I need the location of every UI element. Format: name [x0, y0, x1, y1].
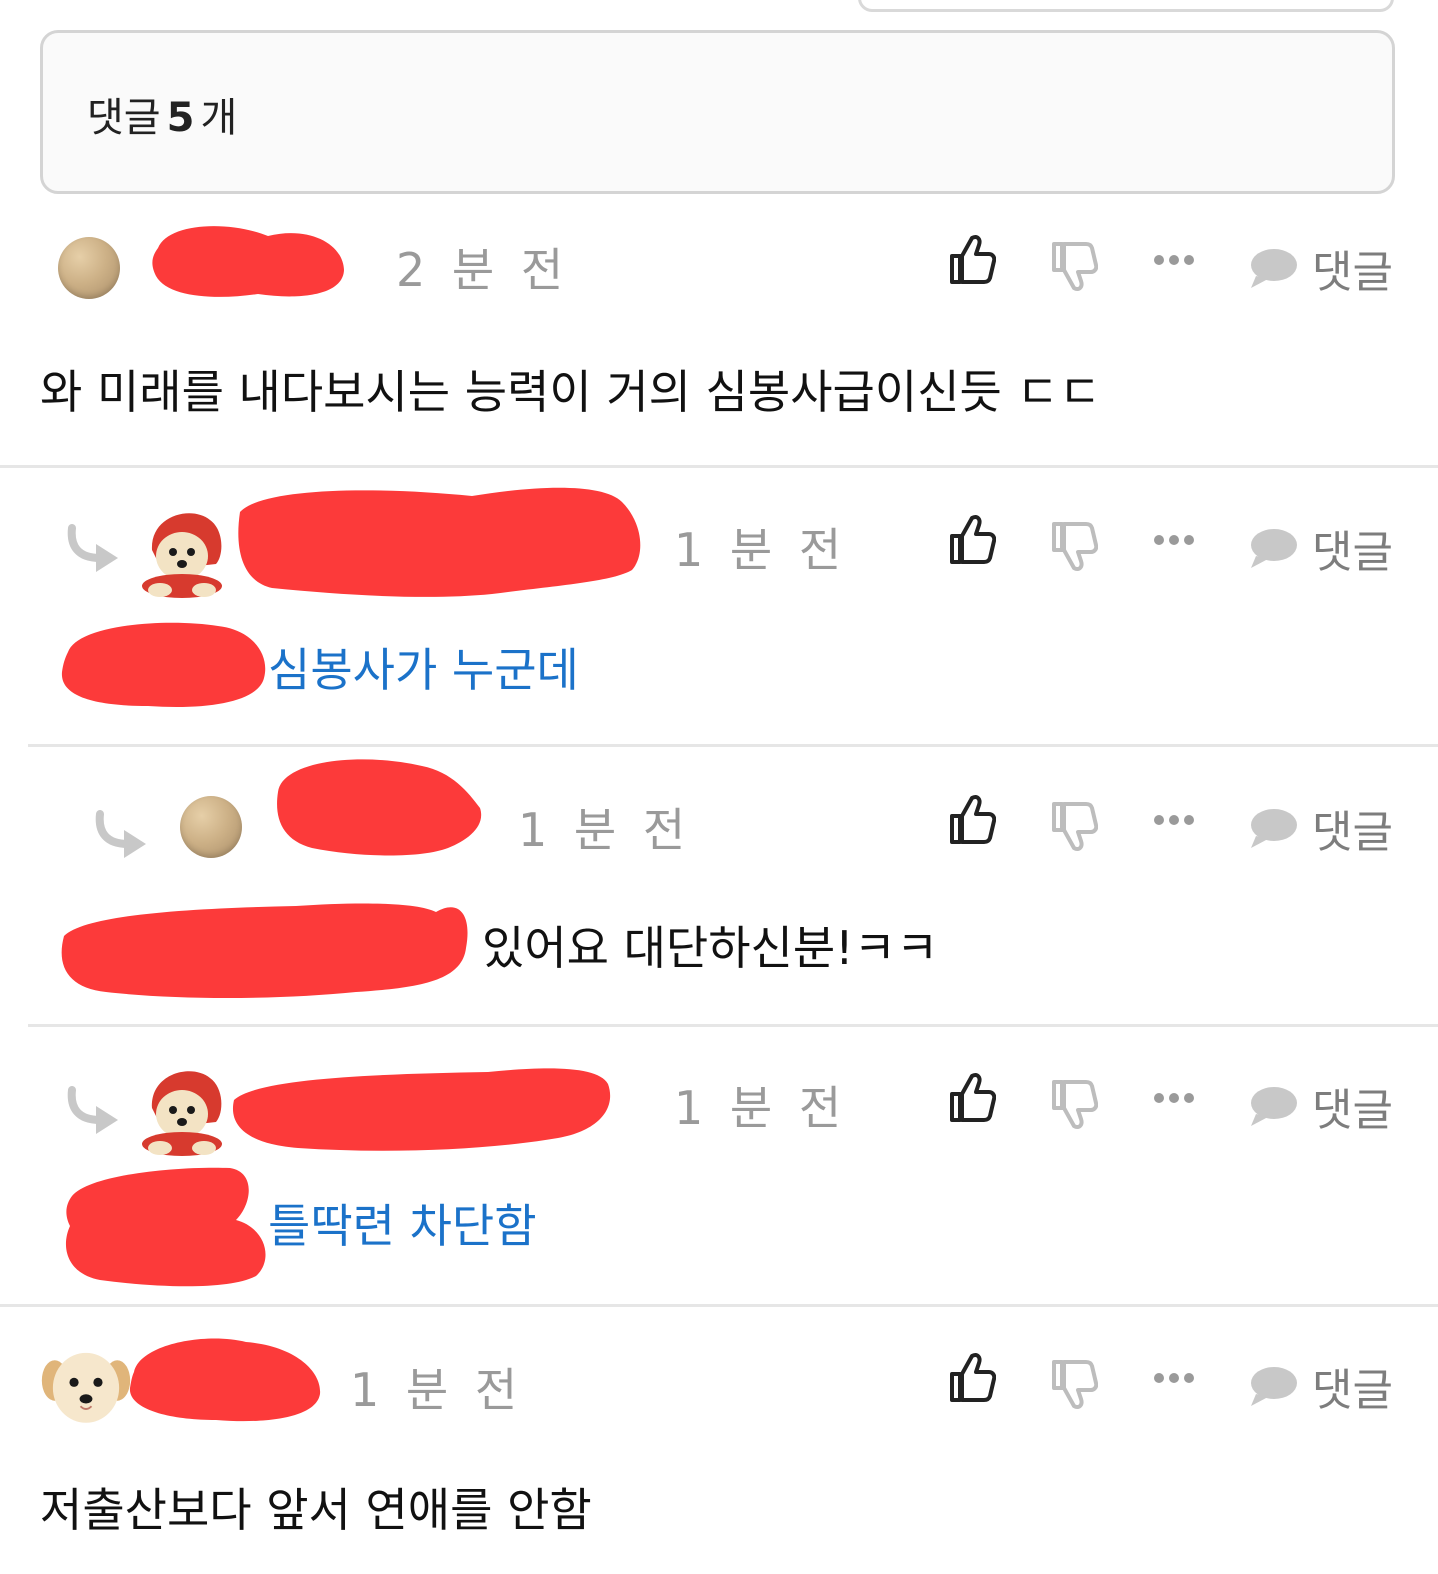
reply-arrow-icon — [67, 1086, 118, 1134]
redacted-username — [152, 226, 344, 297]
comment-item: 2 분 전 댓글 와 미래를 내다보시는 능력이 거의 심봉사급이신듯 ㄷㄷ — [0, 200, 1438, 480]
comment-text: 있어요 대단하신분!ㅋㅋ — [482, 921, 939, 975]
thumbs-down-icon[interactable] — [1050, 1078, 1098, 1130]
comment-time: 1 분 전 — [674, 523, 848, 577]
redacted-username — [277, 759, 482, 856]
more-icon[interactable] — [1154, 254, 1194, 266]
comment-count-box: 댓글 5 개 — [40, 30, 1395, 194]
comment-text: 틀딱련 차단함 — [268, 1199, 537, 1253]
comment-count-label: 댓글 — [87, 95, 161, 141]
speech-bubble-icon — [1251, 1367, 1297, 1406]
reply-button[interactable]: 댓글 — [1248, 1354, 1393, 1418]
comment-item: 1 분 전 댓글 있어요 대단하신분!ㅋㅋ — [0, 750, 1438, 1030]
thumbs-up-icon[interactable] — [948, 234, 996, 286]
speech-bubble-icon — [1251, 1087, 1297, 1126]
redacted-mention — [61, 622, 266, 707]
comment-time: 1 분 전 — [350, 1363, 524, 1417]
comment-divider — [28, 1024, 1438, 1027]
comment-count-number: 5 — [166, 95, 195, 141]
thumbs-up-icon[interactable] — [948, 794, 996, 846]
more-icon[interactable] — [1154, 814, 1194, 826]
comment-divider — [0, 465, 1438, 468]
thumbs-up-icon[interactable] — [948, 514, 996, 566]
previous-panel-edge — [858, 0, 1394, 12]
comment-count: 댓글 5 개 — [87, 85, 237, 143]
comment-text: 와 미래를 내다보시는 능력이 거의 심봉사급이신듯 ㄷㄷ — [40, 365, 1102, 419]
avatar[interactable] — [180, 796, 242, 858]
thumbs-down-icon[interactable] — [1050, 240, 1098, 292]
redacted-username — [238, 487, 641, 597]
thumbs-down-icon[interactable] — [1050, 1358, 1098, 1410]
reply-label: 댓글 — [1312, 807, 1393, 858]
redacted-mention — [65, 1167, 266, 1287]
more-icon[interactable] — [1154, 534, 1194, 546]
more-icon[interactable] — [1154, 1092, 1194, 1104]
avatar[interactable] — [40, 1340, 132, 1432]
comment-count-unit: 개 — [200, 95, 238, 141]
comment-text: 심봉사가 누군데 — [268, 643, 579, 697]
reply-arrow-icon — [95, 810, 146, 858]
speech-bubble-icon — [1251, 809, 1297, 848]
reply-button[interactable]: 댓글 — [1248, 796, 1393, 860]
reply-arrow-icon — [67, 524, 118, 572]
comment-time: 1 분 전 — [674, 1081, 848, 1135]
avatar[interactable] — [132, 1058, 232, 1158]
thumbs-up-icon[interactable] — [948, 1072, 996, 1124]
reply-label: 댓글 — [1312, 1085, 1393, 1136]
redacted-mention — [61, 903, 468, 998]
comment-time: 2 분 전 — [396, 243, 570, 297]
thumbs-up-icon[interactable] — [948, 1352, 996, 1404]
thumbs-down-icon[interactable] — [1050, 800, 1098, 852]
reply-button[interactable]: 댓글 — [1248, 516, 1393, 580]
comment-item: 1 분 전 댓글 심봉사가 누군데 — [0, 470, 1438, 750]
comment-divider — [0, 1304, 1438, 1307]
more-icon[interactable] — [1154, 1372, 1194, 1384]
reply-button[interactable]: 댓글 — [1248, 1074, 1393, 1138]
reply-label: 댓글 — [1312, 527, 1393, 578]
comment-item: 1 분 전 댓글 틀딱련 차단함 — [0, 1030, 1438, 1310]
speech-bubble-icon — [1251, 249, 1297, 288]
comment-text: 저출산보다 앞서 연애를 안함 — [40, 1483, 592, 1537]
speech-bubble-icon — [1251, 529, 1297, 568]
redacted-username — [232, 1068, 611, 1151]
reply-button[interactable]: 댓글 — [1248, 236, 1393, 300]
reply-label: 댓글 — [1312, 1365, 1393, 1416]
comment-time: 1 분 전 — [518, 803, 692, 857]
avatar[interactable] — [58, 237, 120, 299]
comment-divider — [28, 744, 1438, 747]
redacted-username — [129, 1338, 321, 1422]
comment-item: 1 분 전 댓글 저출산보다 앞서 연애를 안함 — [0, 1310, 1438, 1574]
thumbs-down-icon[interactable] — [1050, 520, 1098, 572]
reply-label: 댓글 — [1312, 247, 1393, 298]
avatar[interactable] — [132, 500, 232, 600]
